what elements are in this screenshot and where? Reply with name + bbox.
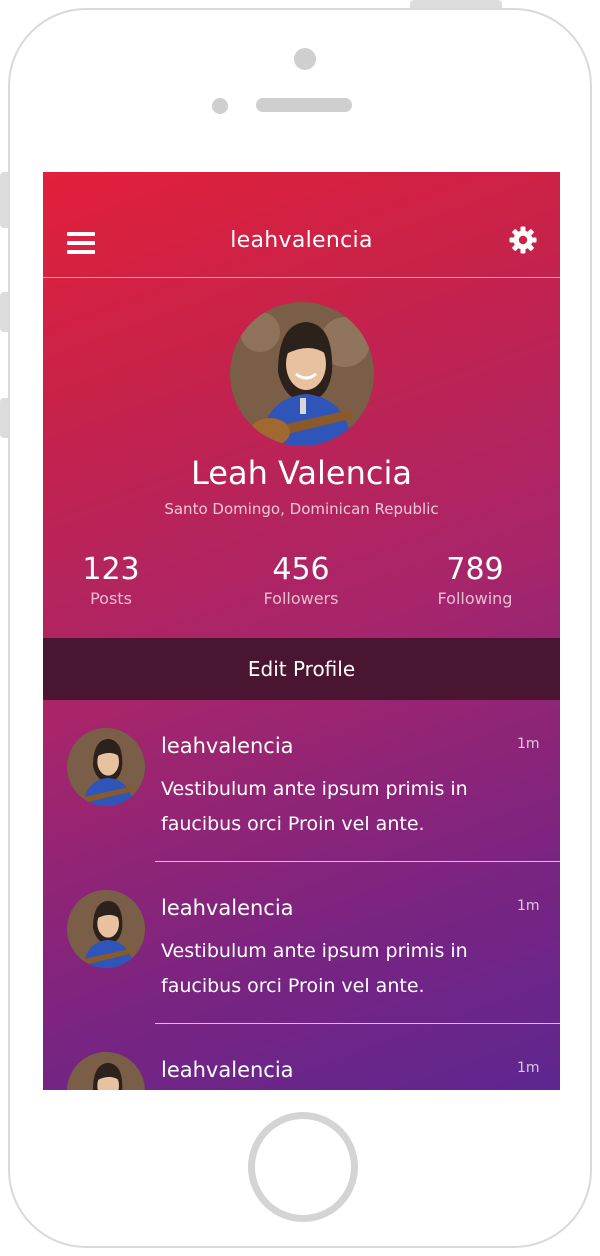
power-button	[410, 0, 502, 8]
earpiece-speaker	[256, 98, 352, 112]
app-screen: leahvalencia Leah Valencia Santo Domingo…	[43, 172, 560, 1090]
post-text: Vestibulum ante ipsum primis in faucibus…	[161, 940, 468, 997]
stat-followers[interactable]: 456 Followers	[221, 552, 381, 608]
profile-name: Leah Valencia	[191, 454, 412, 492]
post-timestamp: 1m	[517, 1060, 540, 1076]
stat-following[interactable]: 789 Following	[395, 552, 555, 608]
post-timestamp: 1m	[517, 736, 540, 752]
feed-post[interactable]: leahvalencia 1m	[43, 1024, 560, 1090]
volume-up-button	[0, 292, 8, 332]
mute-switch	[0, 172, 8, 228]
post-text: Vestibulum ante ipsum primis in faucibus…	[161, 778, 468, 835]
home-button[interactable]	[248, 1112, 358, 1222]
profile-location: Santo Domingo, Dominican Republic	[164, 500, 439, 518]
stat-value: 456	[272, 552, 330, 587]
volume-down-button	[0, 398, 8, 438]
stat-value: 789	[446, 552, 504, 587]
stat-value: 123	[82, 552, 140, 587]
stat-posts[interactable]: 123 Posts	[43, 552, 191, 608]
stat-label: Following	[437, 589, 513, 608]
post-username[interactable]: leahvalencia	[161, 896, 294, 920]
edit-profile-button[interactable]: Edit Profile	[43, 638, 560, 700]
post-avatar[interactable]	[67, 1052, 145, 1090]
post-timestamp: 1m	[517, 898, 540, 914]
post-avatar[interactable]	[67, 728, 145, 806]
stat-label: Posts	[90, 589, 132, 608]
post-username[interactable]: leahvalencia	[161, 1058, 294, 1082]
profile-avatar[interactable]	[230, 302, 374, 446]
page-title: leahvalencia	[230, 228, 373, 253]
top-bar: leahvalencia	[43, 172, 560, 278]
feed-post[interactable]: leahvalencia 1m Vestibulum ante ipsum pr…	[43, 862, 560, 1024]
front-camera	[294, 48, 316, 70]
stat-label: Followers	[263, 589, 339, 608]
gear-icon[interactable]	[509, 226, 537, 254]
post-avatar[interactable]	[67, 890, 145, 968]
post-username[interactable]: leahvalencia	[161, 734, 294, 758]
feed-post[interactable]: leahvalencia 1m Vestibulum ante ipsum pr…	[43, 700, 560, 862]
proximity-sensor	[212, 98, 228, 114]
